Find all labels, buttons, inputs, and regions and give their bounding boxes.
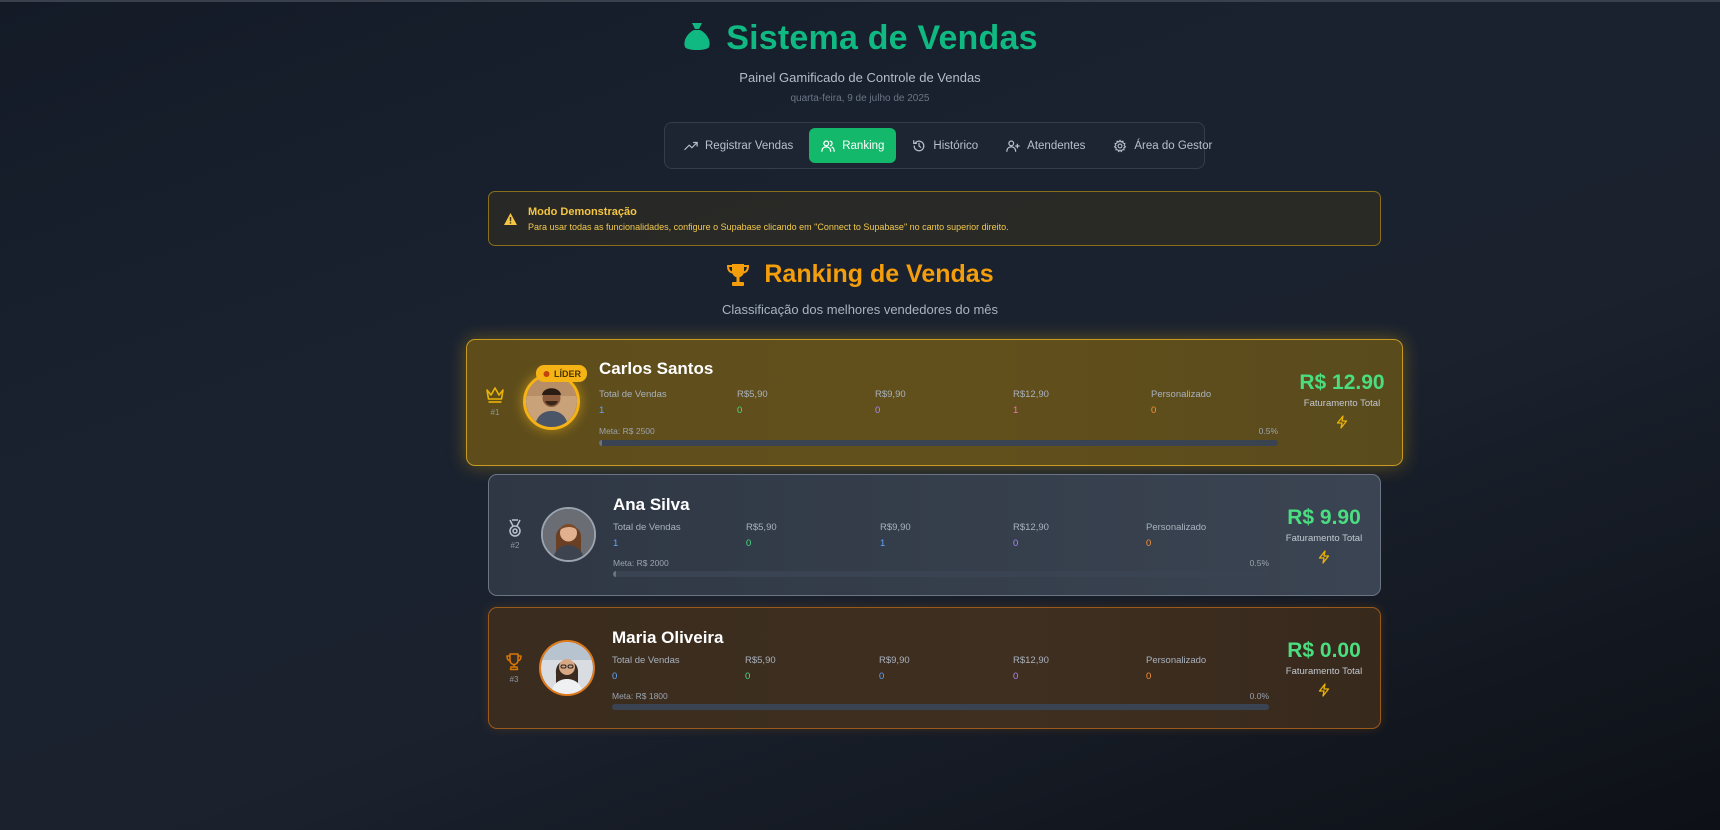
- zap-icon: [1274, 683, 1374, 702]
- stat-1290: R$12,90 0: [1013, 522, 1049, 549]
- tab-historico[interactable]: Histórico: [900, 128, 990, 163]
- money-bag-icon: [682, 20, 712, 57]
- main-nav: Registrar Vendas Ranking Histórico Atend…: [664, 122, 1212, 169]
- meta-percent: 0.5%: [1258, 426, 1278, 436]
- demo-mode-alert: Modo Demonstração Para usar todas as fun…: [488, 191, 1381, 246]
- stat-total: Total de Vendas 1: [613, 522, 681, 549]
- tab-atendentes[interactable]: Atendentes: [994, 128, 1097, 163]
- trending-up-icon: [684, 141, 698, 150]
- stat-590: R$5,90 0: [737, 389, 768, 416]
- meta-label: Meta: R$ 2500: [599, 426, 655, 436]
- rank-indicator: #3: [503, 652, 525, 684]
- rank-indicator: #2: [504, 518, 526, 550]
- rank-number: #2: [510, 541, 520, 550]
- seller-name: Carlos Santos: [599, 359, 714, 378]
- meta-row: Meta: R$ 2000 0.5%: [613, 558, 1269, 568]
- tab-label: Registrar Vendas: [705, 139, 794, 152]
- ranking-heading: Ranking de Vendas: [0, 260, 1720, 289]
- stat-990: R$9,90 1: [880, 522, 911, 549]
- stat-custom: Personalizado 0: [1151, 389, 1212, 416]
- history-icon: [913, 139, 925, 151]
- seller-name: Ana Silva: [613, 495, 690, 514]
- avatar: [539, 640, 595, 696]
- stat-custom: Personalizado 0: [1146, 522, 1207, 549]
- revenue-block: R$ 0.00 Faturamento Total: [1274, 639, 1374, 702]
- stat-590: R$5,90 0: [745, 655, 776, 682]
- progress-bar: [599, 440, 1278, 446]
- ranking-subtitle: Classificação dos melhores vendedores do…: [721, 302, 999, 317]
- zap-icon: [1274, 550, 1374, 569]
- meta-percent: 0.0%: [1249, 691, 1269, 701]
- leader-badge-label: LÍDER: [554, 368, 581, 379]
- trophy-icon: [506, 653, 522, 671]
- crown-icon: [486, 387, 504, 403]
- alert-title: Modo Demonstração: [528, 205, 637, 218]
- tab-registrar-vendas[interactable]: Registrar Vendas: [672, 128, 805, 163]
- title-row: Sistema de Vendas: [0, 14, 1720, 62]
- rank-indicator: #1: [484, 385, 506, 417]
- gear-icon: [1114, 138, 1127, 152]
- stat-990: R$9,90 0: [875, 389, 906, 416]
- progress-fill: [613, 571, 617, 577]
- stat-1290: R$12,90 0: [1013, 655, 1049, 682]
- revenue-value: R$ 0.00: [1287, 639, 1361, 662]
- stat-990: R$9,90 0: [879, 655, 910, 682]
- trophy-icon: [727, 263, 750, 286]
- revenue-label: Faturamento Total: [1285, 666, 1363, 677]
- header: Sistema de Vendas Painel Gamificado de C…: [0, 14, 1720, 104]
- medal-icon: [543, 371, 550, 377]
- tab-label: Histórico: [933, 139, 979, 152]
- revenue-value: R$ 12.90: [1299, 371, 1385, 394]
- medal-icon: [509, 519, 521, 537]
- meta-label: Meta: R$ 1800: [612, 691, 668, 701]
- meta-row: Meta: R$ 2500 0.5%: [599, 426, 1278, 436]
- current-date: quarta-feira, 9 de julho de 2025: [790, 93, 930, 104]
- user-plus-icon: [1006, 139, 1020, 152]
- progress-bar: [612, 704, 1269, 710]
- page-subtitle: Painel Gamificado de Controle de Vendas: [739, 70, 981, 85]
- rank-number: #1: [490, 408, 500, 417]
- stat-total: Total de Vendas 0: [612, 655, 680, 682]
- revenue-label: Faturamento Total: [1303, 398, 1381, 409]
- tab-label: Área do Gestor: [1134, 139, 1213, 152]
- top-border: [0, 0, 1720, 2]
- progress-fill: [599, 440, 603, 446]
- progress-bar: [613, 571, 1269, 577]
- rank-number: #3: [509, 675, 519, 684]
- users-icon: [821, 139, 835, 152]
- alert-body: Modo Demonstração Para usar todas as fun…: [528, 206, 1009, 232]
- stat-1290: R$12,90 1: [1013, 389, 1049, 416]
- revenue-value: R$ 9.90: [1287, 506, 1361, 529]
- tab-label: Atendentes: [1027, 139, 1086, 152]
- zap-icon: [1292, 415, 1392, 434]
- meta-label: Meta: R$ 2000: [613, 558, 669, 568]
- tab-area-do-gestor[interactable]: Área do Gestor: [1101, 128, 1224, 163]
- seller-name: Maria Oliveira: [612, 628, 724, 647]
- revenue-block: R$ 9.90 Faturamento Total: [1274, 506, 1374, 569]
- meta-percent: 0.5%: [1249, 558, 1269, 568]
- tab-ranking[interactable]: Ranking: [809, 128, 897, 163]
- revenue-block: R$ 12.90 Faturamento Total: [1292, 371, 1392, 434]
- stat-total: Total de Vendas 1: [599, 389, 667, 416]
- page-title: Sistema de Vendas: [726, 18, 1038, 57]
- meta-row: Meta: R$ 1800 0.0%: [612, 691, 1269, 701]
- alert-text: Para usar todas as funcionalidades, conf…: [528, 221, 1009, 232]
- revenue-label: Faturamento Total: [1285, 533, 1363, 544]
- avatar: [541, 507, 596, 562]
- tab-label: Ranking: [842, 139, 885, 152]
- ranking-title: Ranking de Vendas: [764, 260, 994, 288]
- leader-badge: LÍDER: [536, 365, 587, 382]
- stat-590: R$5,90 0: [746, 522, 777, 549]
- warning-icon: [504, 212, 517, 225]
- stat-custom: Personalizado 0: [1146, 655, 1207, 682]
